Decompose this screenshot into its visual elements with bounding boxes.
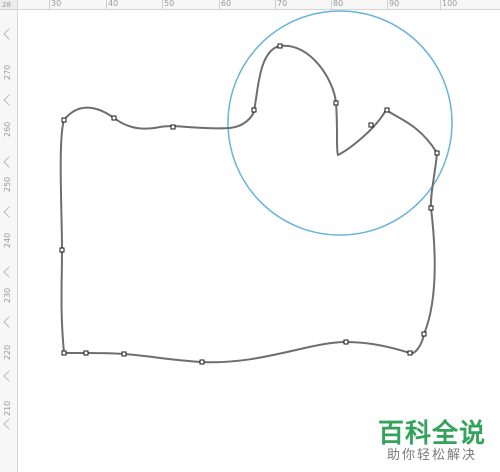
- ruler-top-label: 70: [277, 0, 288, 8]
- ruler-left-label: 220: [3, 344, 12, 360]
- ruler-tick: [162, 0, 163, 9]
- ruler-top-label: 100: [442, 0, 458, 8]
- ruler-top-label: 90: [389, 0, 400, 8]
- ruler-tick: [49, 0, 50, 9]
- ruler-tick: [387, 0, 388, 9]
- curve-node[interactable]: [61, 350, 67, 356]
- ruler-tick: [106, 0, 107, 9]
- chevron-icon: [3, 418, 15, 430]
- curve-node[interactable]: [61, 117, 67, 123]
- curve-node[interactable]: [434, 150, 440, 156]
- chevron-icon: [3, 94, 15, 106]
- ruler-left-label: 230: [3, 287, 12, 303]
- chevron-icon: [3, 370, 15, 382]
- drawing-canvas[interactable]: [18, 10, 500, 472]
- ruler-left-label: 250: [3, 176, 12, 192]
- curve-node[interactable]: [333, 100, 339, 106]
- curve-node[interactable]: [407, 350, 413, 356]
- curve-node[interactable]: [428, 205, 434, 211]
- curve-node[interactable]: [384, 107, 390, 113]
- curve-node[interactable]: [251, 107, 257, 113]
- drawing-surface[interactable]: [18, 10, 500, 472]
- curve-node[interactable]: [59, 247, 65, 253]
- vertical-ruler[interactable]: 270 260 250 240 230 220 210: [0, 0, 18, 472]
- curve-node[interactable]: [121, 351, 127, 357]
- ruler-top-label: 50: [164, 0, 175, 8]
- ruler-top-label: 80: [333, 0, 344, 8]
- curve-node[interactable]: [83, 350, 89, 356]
- freeform-curve[interactable]: [59, 44, 439, 364]
- curve-node[interactable]: [111, 115, 117, 121]
- chevron-icon: [3, 316, 15, 328]
- ruler-tick: [440, 0, 441, 9]
- ruler-corner: 28: [0, 0, 18, 10]
- ruler-left-label: 270: [3, 64, 12, 80]
- ruler-left-label: 260: [3, 121, 12, 137]
- curve-node[interactable]: [199, 359, 205, 365]
- horizontal-ruler[interactable]: 30 40 50 60 70 80 90 100: [0, 0, 500, 10]
- ruler-left-label: 240: [3, 232, 12, 248]
- curve-nodes: [59, 43, 440, 365]
- ruler-left-label: 210: [3, 400, 12, 416]
- ruler-tick: [219, 0, 220, 9]
- chevron-icon: [3, 28, 15, 40]
- app-window: 30 40 50 60 70 80 90 100 270 260 250 240…: [0, 0, 500, 472]
- curve-node[interactable]: [170, 124, 176, 130]
- ruler-top-label: 60: [221, 0, 232, 8]
- chevron-icon: [3, 266, 15, 278]
- curve-node[interactable]: [421, 331, 427, 337]
- circle-shape[interactable]: [227, 10, 453, 236]
- ruler-top-label: 30: [51, 0, 62, 8]
- curve-node[interactable]: [343, 339, 349, 345]
- ruler-tick: [275, 0, 276, 9]
- chevron-icon: [3, 156, 15, 168]
- curve-node[interactable]: [368, 122, 374, 128]
- ruler-tick: [331, 0, 332, 9]
- ruler-top-label: 40: [108, 0, 119, 8]
- curve-node[interactable]: [277, 43, 283, 49]
- ruler-corner-label: 28: [2, 1, 11, 9]
- chevron-icon: [3, 206, 15, 218]
